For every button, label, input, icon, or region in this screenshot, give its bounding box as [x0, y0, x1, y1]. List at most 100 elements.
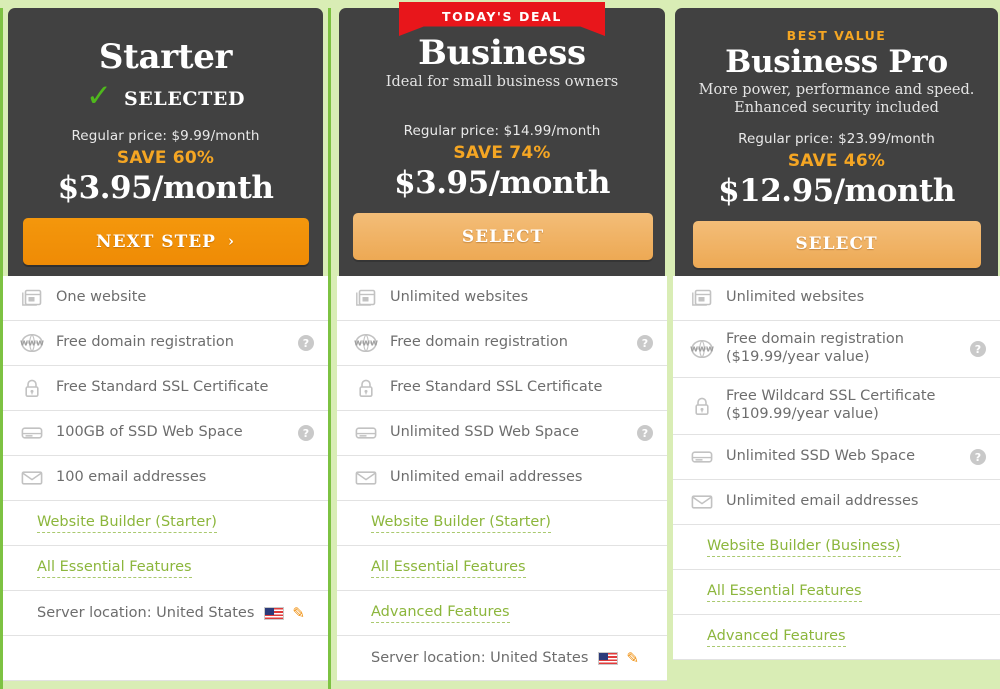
plan-tagline: More power, performance and speed. Enhan…	[698, 81, 975, 116]
plan-card-business: TODAY'S DEAL Business Ideal for small bu…	[337, 2, 667, 689]
website-builder-link[interactable]: Website Builder (Business)	[707, 538, 901, 557]
plan-column-starter: Starter ✓ SELECTED Regular price: $9.99/…	[0, 0, 331, 689]
us-flag-icon	[264, 606, 285, 620]
all-essential-features-link[interactable]: All Essential Features	[371, 559, 526, 578]
website-builder-link[interactable]: Website Builder (Starter)	[371, 514, 551, 533]
feature-row: Unlimited email addresses	[673, 480, 1000, 525]
plan-price: $3.95/month	[57, 170, 274, 207]
feature-label: Unlimited websites	[390, 289, 529, 306]
feature-label: Free Standard SSL Certificate	[390, 379, 603, 396]
feature-row: Unlimited SSD Web Space ?	[337, 411, 667, 456]
feature-row-link: Advanced Features	[337, 591, 667, 636]
help-icon[interactable]: ?	[637, 425, 653, 441]
server-location-label: Server location: United States	[37, 605, 255, 621]
feature-label: Unlimited email addresses	[390, 469, 583, 486]
selected-label: SELECTED	[123, 87, 246, 110]
select-button[interactable]: SELECT	[353, 213, 653, 261]
www-globe-icon: WWW	[353, 333, 379, 353]
select-label: SELECT	[461, 226, 545, 247]
feature-label: Unlimited websites	[726, 289, 865, 306]
regular-price: Regular price: $14.99/month	[403, 123, 601, 140]
feature-label: Unlimited SSD Web Space	[390, 424, 580, 441]
plan-name: Starter	[98, 37, 233, 77]
pricing-table: Starter ✓ SELECTED Regular price: $9.99/…	[0, 0, 1000, 689]
all-essential-features-link[interactable]: All Essential Features	[707, 583, 862, 602]
plan-card-starter: Starter ✓ SELECTED Regular price: $9.99/…	[0, 8, 331, 689]
regular-price: Regular price: $9.99/month	[71, 128, 260, 145]
feature-row: Unlimited SSD Web Space ?	[673, 435, 1000, 480]
select-label: SELECT	[795, 234, 878, 255]
feature-sublabel: ($19.99/year value)	[726, 349, 870, 365]
select-button[interactable]: SELECT	[692, 220, 981, 268]
pencil-icon[interactable]: ✎	[292, 604, 305, 622]
website-icon	[19, 289, 45, 307]
website-builder-link[interactable]: Website Builder (Starter)	[37, 514, 217, 533]
plan-column-business-pro: BEST VALUE Business Pro More power, perf…	[673, 0, 1000, 681]
feature-label: One website	[56, 289, 147, 306]
feature-row-link: All Essential Features	[337, 546, 667, 591]
drive-icon	[689, 449, 715, 465]
feature-label: Free Wildcard SSL Certificate	[726, 388, 936, 405]
us-flag-icon	[598, 651, 619, 665]
envelope-icon	[689, 494, 715, 510]
advanced-features-link[interactable]: Advanced Features	[707, 628, 846, 647]
feature-row-link: Advanced Features	[673, 615, 1000, 660]
next-step-label: NEXT STEP	[96, 231, 216, 252]
all-essential-features-link[interactable]: All Essential Features	[37, 559, 192, 578]
plan-column-business: TODAY'S DEAL Business Ideal for small bu…	[337, 0, 667, 681]
lock-icon	[353, 378, 379, 398]
svg-text:WWW: WWW	[690, 345, 714, 354]
save-badge: SAVE 60%	[116, 148, 215, 169]
help-icon[interactable]: ?	[298, 425, 314, 441]
check-icon: ✓	[85, 78, 112, 115]
plan-tagline: Ideal for small business owners	[385, 74, 619, 91]
feature-row: Free Wildcard SSL Certificate ($109.99/y…	[673, 378, 1000, 435]
drive-icon	[353, 425, 379, 441]
website-icon	[689, 289, 715, 307]
pencil-icon[interactable]: ✎	[626, 649, 639, 667]
plan-header-business: TODAY'S DEAL Business Ideal for small bu…	[339, 2, 665, 276]
feature-row-link: Website Builder (Starter)	[337, 501, 667, 546]
feature-label-group: Free Wildcard SSL Certificate ($109.99/y…	[726, 388, 986, 423]
plan-name: Business Pro	[725, 44, 948, 80]
advanced-features-link[interactable]: Advanced Features	[371, 604, 510, 623]
feature-label: Unlimited SSD Web Space	[726, 448, 916, 465]
feature-row: Free Standard SSL Certificate	[3, 366, 328, 411]
plan-card-business-pro: BEST VALUE Business Pro More power, perf…	[673, 8, 1000, 689]
help-icon[interactable]: ?	[970, 449, 986, 465]
plan-header-business-pro: BEST VALUE Business Pro More power, perf…	[675, 8, 998, 276]
feature-row-link: All Essential Features	[3, 546, 328, 591]
svg-text:WWW: WWW	[20, 339, 44, 348]
help-icon[interactable]: ?	[637, 335, 653, 351]
feature-row: Unlimited websites	[337, 276, 667, 321]
feature-row: One website	[3, 276, 328, 321]
help-icon[interactable]: ?	[298, 335, 314, 351]
website-icon	[353, 289, 379, 307]
best-value-badge: BEST VALUE	[786, 28, 887, 43]
svg-text:WWW: WWW	[354, 339, 378, 348]
feature-row: WWW Free domain registration ?	[337, 321, 667, 366]
chevron-right-icon: ›	[227, 231, 235, 250]
lock-icon	[19, 378, 45, 398]
feature-row: Unlimited websites	[673, 276, 1000, 321]
plan-header-starter: Starter ✓ SELECTED Regular price: $9.99/…	[8, 8, 323, 276]
www-globe-icon: WWW	[689, 339, 715, 359]
plan-price: $3.95/month	[394, 165, 610, 202]
feature-row-link: All Essential Features	[673, 570, 1000, 615]
feature-list-business: Unlimited websites WWW Free domain regis…	[337, 276, 667, 681]
save-badge: SAVE 74%	[453, 143, 551, 164]
feature-row: 100 email addresses	[3, 456, 328, 501]
feature-label: Free Standard SSL Certificate	[56, 379, 269, 396]
feature-sublabel: ($109.99/year value)	[726, 406, 879, 422]
lock-icon	[689, 396, 715, 416]
feature-row: 100GB of SSD Web Space ?	[3, 411, 328, 456]
feature-row: Unlimited email addresses	[337, 456, 667, 501]
feature-list-business-pro: Unlimited websites WWW Free domain regis…	[673, 276, 1000, 660]
help-icon[interactable]: ?	[970, 341, 986, 357]
server-location-label: Server location: United States	[371, 650, 589, 666]
save-badge: SAVE 46%	[787, 150, 886, 171]
next-step-button[interactable]: NEXT STEP ›	[22, 218, 309, 266]
feature-row: WWW Free domain registration ($19.99/yea…	[673, 321, 1000, 378]
feature-label-group: Free domain registration ($19.99/year va…	[726, 331, 964, 366]
feature-label: 100 email addresses	[56, 469, 207, 486]
